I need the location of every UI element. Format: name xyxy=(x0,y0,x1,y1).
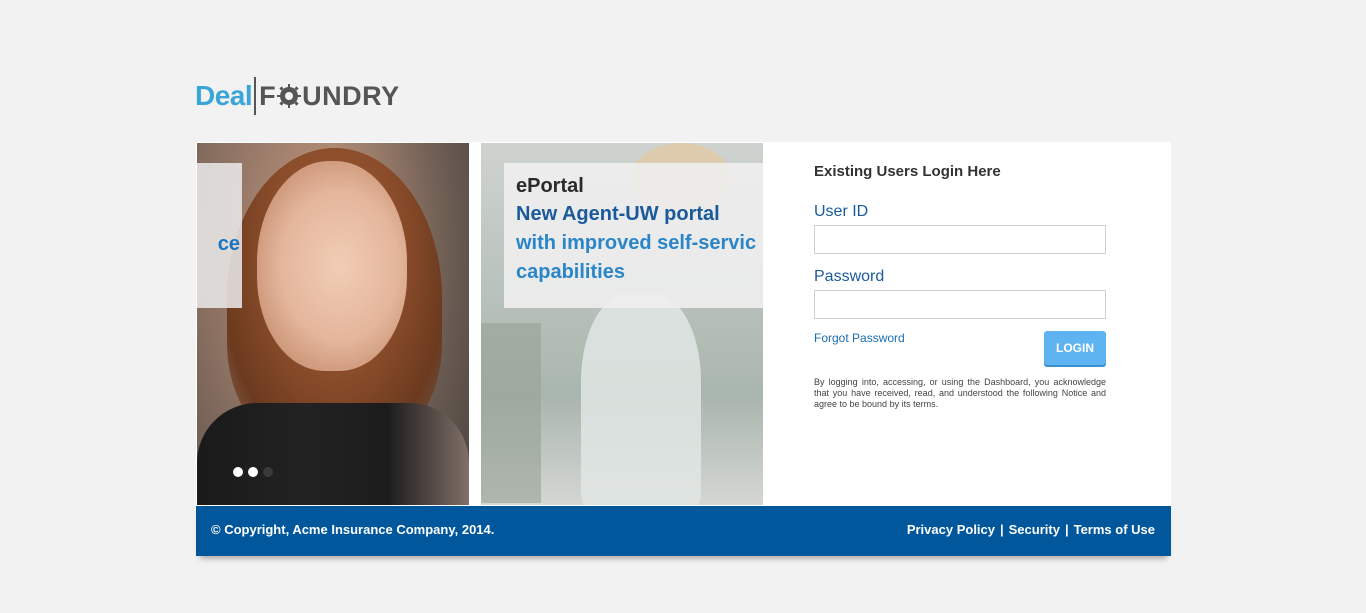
security-link[interactable]: Security xyxy=(1009,522,1060,537)
logo-foundry-text: F UNDRY xyxy=(259,81,400,112)
footer-separator: | xyxy=(1064,522,1069,537)
slide-background-shape xyxy=(481,323,541,503)
carousel-dot-1[interactable] xyxy=(233,467,243,477)
carousel-dot-2[interactable] xyxy=(248,467,258,477)
slide1-caption-text: ce xyxy=(217,233,240,255)
forgot-password-link[interactable]: Forgot Password xyxy=(814,331,905,345)
logo-foundry-f: F xyxy=(259,80,277,111)
user-id-input[interactable] xyxy=(814,225,1106,254)
login-heading: Existing Users Login Here xyxy=(814,163,1001,180)
login-notice: By logging into, accessing, or using the… xyxy=(814,377,1106,409)
login-button[interactable]: LOGIN xyxy=(1044,331,1106,365)
logo-divider xyxy=(254,77,257,115)
carousel-indicators xyxy=(233,467,273,477)
slide1-caption: ce xyxy=(197,163,242,308)
carousel-slide-eportal[interactable]: ePortal New Agent-UW portal with improve… xyxy=(481,143,763,505)
photo-shirt xyxy=(197,403,469,505)
slide2-line3: capabilities xyxy=(516,261,625,283)
terms-of-use-link[interactable]: Terms of Use xyxy=(1074,522,1155,537)
photo-face xyxy=(257,161,407,371)
footer-separator: | xyxy=(1000,522,1004,537)
user-id-label: User ID xyxy=(814,203,869,220)
logo-foundry-rest: UNDRY xyxy=(302,80,400,111)
slide-background-figure xyxy=(581,293,701,505)
password-input[interactable] xyxy=(814,290,1106,319)
slide2-title: ePortal xyxy=(516,175,584,197)
logo-deal-text: Deal xyxy=(195,80,253,111)
footer: © Copyright, Acme Insurance Company, 201… xyxy=(196,506,1171,556)
copyright-text: © Copyright, Acme Insurance Company, 201… xyxy=(211,522,495,537)
privacy-policy-link[interactable]: Privacy Policy xyxy=(907,522,995,537)
slide2-caption: ePortal New Agent-UW portal with improve… xyxy=(504,163,763,308)
footer-links: Privacy Policy | Security | Terms of Use xyxy=(907,522,1155,537)
carousel-slide-woman[interactable]: ce xyxy=(197,143,469,505)
dealfoundry-logo: Deal F UNDRY xyxy=(195,76,400,116)
gear-icon xyxy=(277,84,302,108)
slide2-line2: with improved self-servic xyxy=(516,232,757,254)
password-label: Password xyxy=(814,268,885,285)
slide2-line1: New Agent-UW portal xyxy=(516,203,720,225)
carousel-dot-3[interactable] xyxy=(263,467,273,477)
